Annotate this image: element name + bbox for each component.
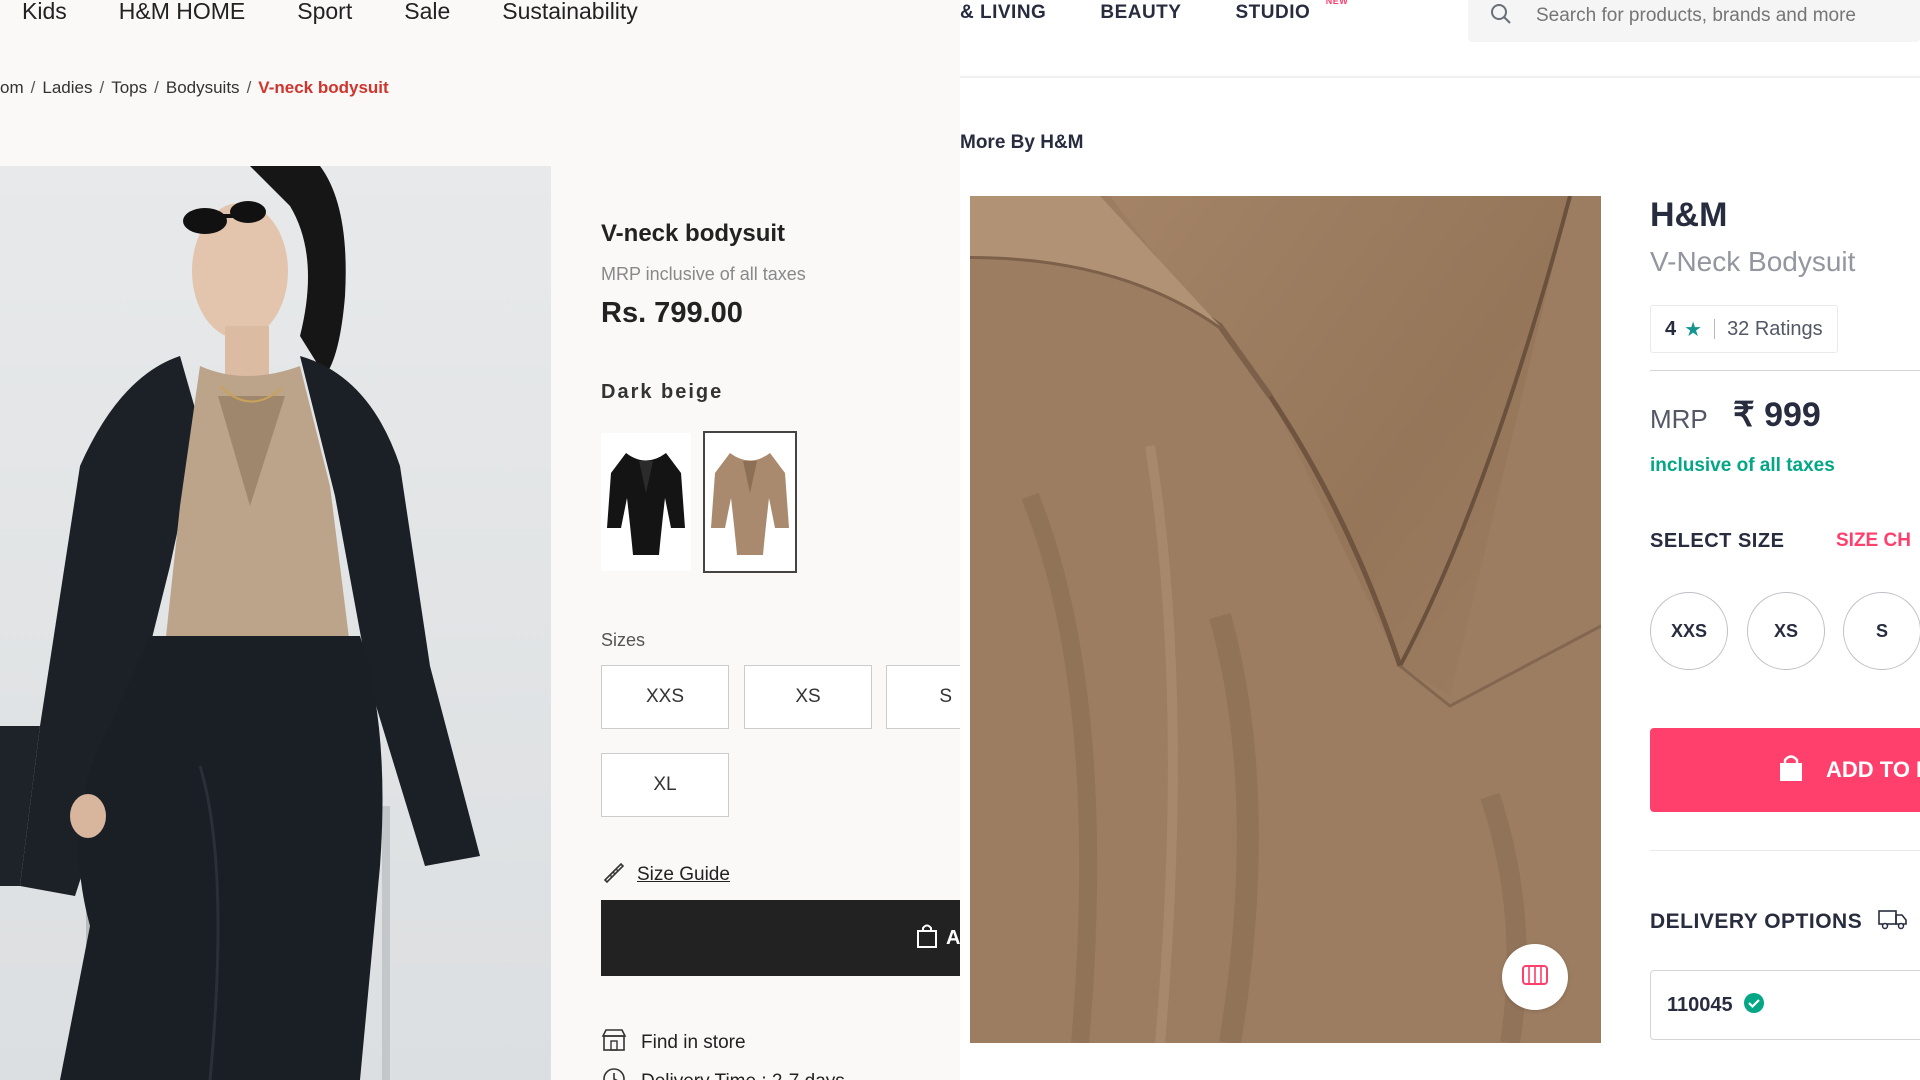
beige-bodysuit-thumbnail: [711, 453, 789, 555]
delivery-options-label: DELIVERY OPTIONS: [1650, 910, 1863, 933]
find-in-store-link[interactable]: Find in store: [601, 1027, 746, 1059]
selected-color-label: Dark beige: [601, 381, 724, 403]
breadcrumb-ladies[interactable]: Ladies: [42, 78, 92, 97]
rating-badge[interactable]: 4 ★ 32 Ratings: [1650, 305, 1838, 353]
mrp-note: MRP inclusive of all taxes: [601, 264, 806, 284]
breadcrumb-separator: /: [246, 78, 252, 97]
find-in-store-label: Find in store: [641, 1032, 746, 1053]
header-divider: [960, 76, 1920, 78]
sizes-label: Sizes: [601, 630, 646, 650]
brand-name[interactable]: H&M: [1650, 196, 1727, 235]
size-option-xs[interactable]: XS: [744, 665, 872, 729]
select-size-heading: SELECT SIZE: [1650, 530, 1785, 552]
verified-check-icon: [1743, 992, 1765, 1019]
breadcrumb: om / Ladies / Tops / Bodysuits / V-neck bodysuit: [0, 78, 389, 98]
breadcrumb-home[interactable]: om: [0, 78, 24, 97]
rating-value: 4: [1665, 317, 1677, 340]
hm-product-page: Kids H&M HOME Sport Sale Sustainability …: [0, 0, 960, 1080]
pincode-field[interactable]: 110045: [1650, 970, 1920, 1040]
clock-icon: [601, 1066, 627, 1080]
nav-item-sustainability[interactable]: Sustainability: [502, 0, 638, 26]
black-bodysuit-thumbnail: [607, 453, 685, 555]
add-to-bag-label: ADD TO B: [1826, 757, 1920, 782]
section-divider: [1650, 370, 1920, 371]
product-price: ₹ 999: [1733, 396, 1821, 434]
delivery-time-info: Delivery Time : 2-7 days: [601, 1066, 845, 1080]
breadcrumb-bodysuits[interactable]: Bodysuits: [166, 78, 240, 97]
section-divider: [1650, 850, 1920, 851]
add-to-bag-label: A: [946, 926, 960, 949]
breadcrumb-separator: /: [99, 78, 105, 97]
add-to-bag-button[interactable]: A: [601, 900, 960, 976]
fabric-illustration: [970, 196, 1601, 1043]
truck-icon: [1878, 907, 1908, 937]
size-chart-link[interactable]: SIZE CH: [1836, 530, 1911, 552]
search-icon[interactable]: [1490, 3, 1512, 30]
search-bar: [1468, 0, 1920, 42]
nav-item-beauty[interactable]: BEAUTY: [1100, 0, 1181, 30]
delivery-options-heading: DELIVERY OPTIONS: [1650, 907, 1908, 937]
breadcrumb-separator: /: [154, 78, 159, 97]
mrp-label: MRP: [1650, 404, 1708, 434]
new-badge: NEW: [1325, 0, 1349, 6]
size-option-xxs[interactable]: XXS: [1650, 592, 1728, 670]
size-option-s[interactable]: S: [886, 665, 960, 729]
size-guide-label: Size Guide: [637, 863, 730, 885]
rating-divider: [1714, 319, 1716, 339]
myntra-top-nav: & LIVING BEAUTY STUDIO NEW: [960, 0, 1348, 30]
nav-item-studio[interactable]: STUDIO NEW: [1235, 0, 1347, 30]
nav-item-sport[interactable]: Sport: [297, 0, 352, 26]
myntra-product-page: & LIVING BEAUTY STUDIO NEW More By H&M: [960, 0, 1920, 1080]
tax-note: inclusive of all taxes: [1650, 455, 1835, 476]
product-title: V-neck bodysuit: [601, 220, 786, 247]
shopping-bag-icon: [1778, 753, 1804, 788]
delivery-time-label: Delivery Time : 2-7 days: [641, 1071, 845, 1080]
size-guide-link[interactable]: Size Guide: [601, 860, 730, 889]
similar-items-icon: [1518, 960, 1552, 995]
size-option-xxs[interactable]: XXS: [601, 665, 729, 729]
ratings-count: 32 Ratings: [1727, 317, 1823, 340]
nav-item-hm-home[interactable]: H&M HOME: [119, 0, 246, 26]
view-similar-button[interactable]: [1502, 944, 1568, 1010]
ruler-icon: [601, 860, 625, 889]
pincode-value: 110045: [1667, 993, 1733, 1016]
add-to-bag-button[interactable]: ADD TO B: [1650, 728, 1920, 812]
model-illustration: [0, 166, 480, 1080]
color-swatch-black[interactable]: [601, 433, 691, 571]
search-input[interactable]: [1534, 4, 1898, 28]
breadcrumb-separator: /: [30, 78, 36, 97]
product-closeup-image[interactable]: [970, 196, 1601, 1043]
nav-item-home-living[interactable]: & LIVING: [960, 0, 1046, 30]
star-icon: ★: [1684, 318, 1703, 341]
nav-item-kids[interactable]: Kids: [22, 0, 67, 26]
nav-item-studio-label: STUDIO: [1235, 2, 1311, 23]
product-name: V-Neck Bodysuit: [1650, 246, 1856, 277]
nav-item-sale[interactable]: Sale: [404, 0, 450, 26]
breadcrumb[interactable]: More By H&M: [960, 132, 1084, 154]
color-swatch-dark-beige[interactable]: [703, 431, 797, 573]
breadcrumb-tops[interactable]: Tops: [111, 78, 147, 97]
hm-top-nav: Kids H&M HOME Sport Sale Sustainability: [0, 0, 638, 26]
shopping-bag-icon: [916, 923, 938, 954]
product-model-image[interactable]: [0, 166, 551, 1080]
product-price: Rs. 799.00: [601, 297, 743, 329]
size-option-xl[interactable]: XL: [601, 753, 729, 817]
breadcrumb-current: V-neck bodysuit: [258, 78, 389, 97]
size-option-xs[interactable]: XS: [1747, 592, 1825, 670]
store-icon: [601, 1027, 627, 1059]
size-option-s[interactable]: S: [1843, 592, 1920, 670]
